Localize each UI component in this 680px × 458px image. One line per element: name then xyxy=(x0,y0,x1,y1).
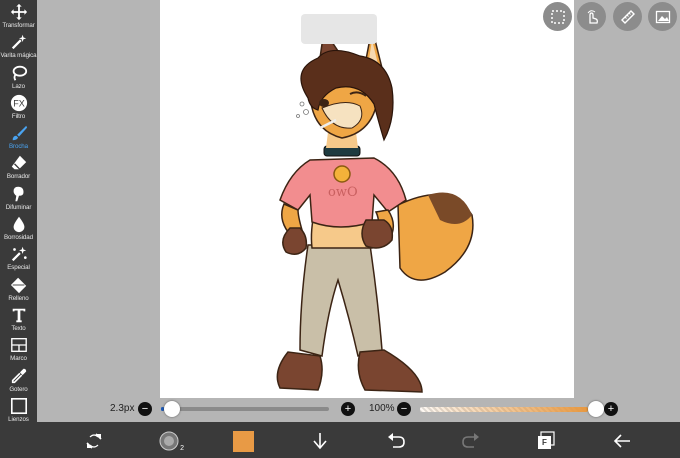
sparkle-wand-icon xyxy=(11,247,27,262)
tool-smudge[interactable]: Difuminar xyxy=(0,184,37,214)
layers-label: F xyxy=(542,438,547,447)
slider-row: 2.3px − + 100% − + xyxy=(37,398,680,422)
ghost-button xyxy=(301,14,377,44)
tool-label: Relleno xyxy=(8,294,29,302)
opacity-increase-button[interactable]: + xyxy=(604,402,618,416)
tool-fill[interactable]: Relleno xyxy=(0,275,37,305)
ruler-button[interactable] xyxy=(613,2,642,31)
workspace[interactable]: owO xyxy=(37,0,680,398)
blur-drop-icon xyxy=(13,216,24,233)
tool-magic-wand[interactable]: Varita mágica xyxy=(0,32,37,62)
color-swatch[interactable] xyxy=(233,431,254,452)
tool-canvas[interactable]: Lienzos xyxy=(0,396,37,426)
smudge-icon xyxy=(13,186,23,201)
tool-label: Transformar xyxy=(2,22,35,29)
tool-label: Varita mágica xyxy=(0,52,37,60)
back-icon xyxy=(613,434,630,448)
selection-icon xyxy=(550,9,565,24)
tool-brush[interactable]: Brocha xyxy=(0,123,37,153)
tool-label: Texto xyxy=(11,324,26,332)
download-button[interactable] xyxy=(309,430,331,452)
opacity-slider[interactable] xyxy=(420,407,588,412)
tool-eraser[interactable]: Borrador xyxy=(0,153,37,183)
brush-preview-icon xyxy=(159,431,179,451)
bottom-toolbar: 2 F xyxy=(37,422,680,458)
undo-icon xyxy=(388,433,405,448)
character-artwork: owO xyxy=(276,27,474,393)
tool-label: Borrosidad xyxy=(4,234,33,242)
tool-label: Especial xyxy=(7,264,30,272)
brush-preview-size: 2 xyxy=(180,445,184,452)
size-decrease-button[interactable]: − xyxy=(138,402,152,416)
gallery-icon xyxy=(655,10,670,23)
tool-label: Borrador xyxy=(6,173,31,181)
brush-preview-button[interactable]: 2 xyxy=(158,430,184,452)
opacity-decrease-button[interactable]: − xyxy=(397,402,411,416)
tool-frame[interactable]: Marco xyxy=(0,335,37,365)
tool-special[interactable]: Especial xyxy=(0,244,37,274)
gesture-button[interactable] xyxy=(577,2,606,31)
tool-label: Lienzos xyxy=(8,415,29,423)
brush-size-knob[interactable] xyxy=(164,401,181,417)
tool-label: Brocha xyxy=(8,143,28,151)
back-button[interactable] xyxy=(611,430,633,452)
selection-button[interactable] xyxy=(543,2,572,31)
opacity-knob[interactable] xyxy=(588,401,604,417)
magic-wand-icon xyxy=(11,35,26,50)
gallery-button[interactable] xyxy=(648,2,677,31)
redo-button[interactable] xyxy=(460,430,482,452)
drawing-canvas[interactable]: owO xyxy=(160,0,574,398)
tool-label: Gotero xyxy=(9,385,28,393)
tool-transform[interactable]: Transformar xyxy=(0,2,37,32)
eyedropper-icon xyxy=(11,368,26,383)
transform-arrows-icon xyxy=(86,433,102,449)
bucket-icon xyxy=(10,277,26,293)
brush-icon xyxy=(12,125,27,141)
left-toolbar: Transformar Varita mágica Lazo FX Filtro… xyxy=(0,0,37,458)
svg-text:FX: FX xyxy=(13,98,25,108)
svg-text:owO: owO xyxy=(328,185,358,200)
tool-label: Filtro xyxy=(11,112,26,120)
text-icon xyxy=(12,308,25,323)
move-icon xyxy=(10,3,27,21)
layers-button[interactable]: F xyxy=(535,430,557,452)
tool-lasso[interactable]: Lazo xyxy=(0,63,37,93)
download-icon xyxy=(313,433,327,450)
brush-size-label: 2.3px xyxy=(110,403,135,414)
tool-label: Marco xyxy=(10,355,27,363)
eraser-icon xyxy=(11,156,26,171)
tool-blur[interactable]: Borrosidad xyxy=(0,214,37,244)
tool-eyedropper[interactable]: Gotero xyxy=(0,366,37,396)
brush-size-slider[interactable] xyxy=(161,407,329,411)
tool-label: Difuminar xyxy=(5,203,32,211)
tool-text[interactable]: Texto xyxy=(0,305,37,335)
redo-icon xyxy=(462,433,479,448)
tool-label: Lazo xyxy=(11,82,26,90)
undo-button[interactable] xyxy=(385,430,407,452)
ruler-icon xyxy=(620,9,635,24)
canvas-icon xyxy=(10,397,27,414)
lasso-icon xyxy=(12,65,27,81)
opacity-label: 100% xyxy=(369,403,395,414)
transform-arrows-button[interactable] xyxy=(83,430,105,452)
size-increase-button[interactable]: + xyxy=(341,402,355,416)
fx-icon: FX xyxy=(10,94,27,111)
tool-filter[interactable]: FX Filtro xyxy=(0,93,37,123)
gesture-icon xyxy=(587,9,598,24)
frame-icon xyxy=(10,338,27,353)
